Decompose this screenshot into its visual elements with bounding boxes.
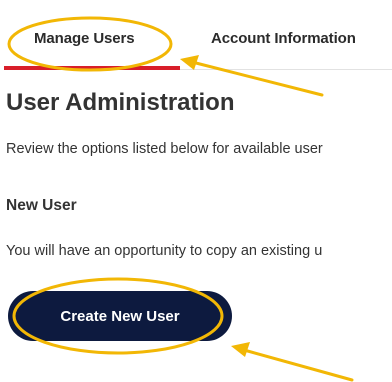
page: Manage Users Account Information User Ad… bbox=[0, 0, 392, 382]
annotation-arrow-create-new-user bbox=[231, 342, 354, 382]
new-user-description: You will have an opportunity to copy an … bbox=[6, 243, 323, 259]
tab-manage-users[interactable]: Manage Users bbox=[34, 30, 135, 47]
page-title: User Administration bbox=[6, 89, 235, 116]
tab-bar: Manage Users Account Information bbox=[0, 0, 392, 72]
tab-bar-divider bbox=[180, 69, 392, 70]
new-user-heading: New User bbox=[6, 197, 77, 214]
page-intro-text: Review the options listed below for avai… bbox=[6, 141, 323, 157]
create-new-user-button[interactable]: Create New User bbox=[8, 291, 232, 341]
active-tab-indicator bbox=[4, 66, 180, 70]
tab-account-information[interactable]: Account Information bbox=[211, 30, 356, 47]
